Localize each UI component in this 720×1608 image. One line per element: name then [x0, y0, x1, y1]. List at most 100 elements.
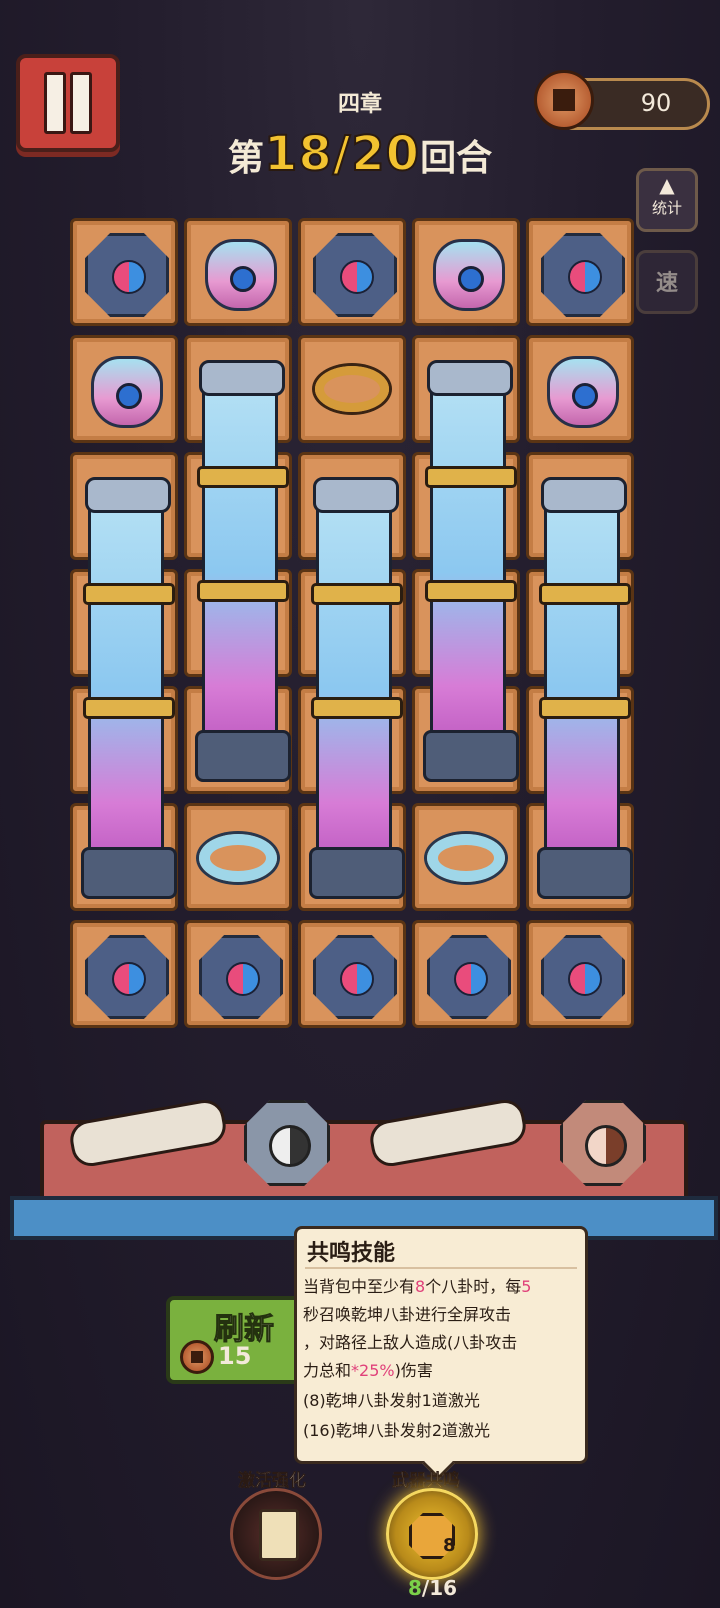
- round-total: 20: [350, 125, 421, 183]
- pillar-band: [425, 580, 517, 603]
- tooltip-text: 力总和: [303, 1361, 352, 1380]
- grid-slot[interactable]: [298, 920, 406, 1028]
- pillar-base: [195, 730, 291, 782]
- tooltip-line-2: 秒召唤乾坤八卦进行全屏攻击: [303, 1305, 512, 1324]
- tooltip-highlight: *25%: [351, 1361, 395, 1380]
- weapon-resonance-button[interactable]: 8: [386, 1488, 478, 1580]
- yin-yang-icon: [340, 260, 374, 294]
- bagua-item[interactable]: [313, 935, 397, 1019]
- grid-slot[interactable]: [70, 920, 178, 1028]
- pouch-item[interactable]: [91, 356, 163, 428]
- trophy-icon: ▲: [659, 173, 675, 197]
- yin-yang-icon: [568, 260, 602, 294]
- yin-yang-icon: [112, 260, 146, 294]
- grid-slot[interactable]: [412, 218, 520, 326]
- pillar-band: [311, 582, 403, 605]
- pillar-band: [197, 580, 289, 603]
- pillar-item[interactable]: [195, 360, 291, 782]
- grid-slot[interactable]: [298, 335, 406, 443]
- grid-slot[interactable]: [412, 920, 520, 1028]
- pouch-item[interactable]: [205, 239, 277, 311]
- stats-label: 统计: [651, 199, 682, 217]
- resonance-tooltip: 共鸣技能 当背包中至少有8个八卦时，每5 秒召唤乾坤八卦进行全屏攻击 ，对路径上…: [294, 1226, 588, 1464]
- resonance-label: 武器共鸣: [392, 1471, 461, 1492]
- coin-amount: 90: [640, 89, 672, 117]
- pillar-band: [311, 697, 403, 720]
- bagua-item[interactable]: [199, 935, 283, 1019]
- grid-slot[interactable]: [70, 335, 178, 443]
- pillar-band: [83, 582, 175, 605]
- bagua-item[interactable]: [85, 233, 169, 317]
- pillar-item[interactable]: [537, 477, 633, 899]
- grid-slot[interactable]: [298, 218, 406, 326]
- grid-slot[interactable]: [412, 803, 520, 911]
- pillar-cap: [313, 477, 399, 513]
- grid-slot[interactable]: [184, 803, 292, 911]
- jade-ring-item[interactable]: [199, 834, 277, 882]
- tooltip-divider: [305, 1267, 577, 1269]
- tooltip-line-3: ，对路径上敌人造成(八卦攻击: [303, 1333, 518, 1352]
- pillar-band: [539, 582, 631, 605]
- scroll-icon: [259, 1509, 299, 1561]
- yin-yang-icon: [585, 1125, 627, 1167]
- tooltip-line-1: 当背包中至少有8个八卦时，每5: [303, 1277, 579, 1297]
- pillar-base: [423, 730, 519, 782]
- speed-button[interactable]: 速: [636, 250, 698, 314]
- round-current: 18: [263, 125, 333, 183]
- bagua-item[interactable]: [427, 935, 511, 1019]
- grid-slot[interactable]: [526, 920, 634, 1028]
- shop-item-bagua-bronze[interactable]: [560, 1100, 646, 1186]
- pillar-base: [81, 847, 177, 899]
- pillar-base: [537, 847, 633, 899]
- tooltip-text: 个八卦时，每: [425, 1277, 522, 1296]
- pillar-cap: [85, 477, 171, 513]
- pillar-item[interactable]: [81, 477, 177, 899]
- yin-yang-icon: [226, 962, 260, 996]
- pillar-cap: [541, 477, 627, 513]
- round-counter: 第18/20回合: [0, 125, 720, 183]
- grid-slot[interactable]: [184, 920, 292, 1028]
- refresh-cost: 15: [218, 1342, 252, 1370]
- gold-ring-item[interactable]: [315, 366, 389, 412]
- bagua-item[interactable]: [85, 935, 169, 1019]
- resonance-badge: 8: [443, 1535, 456, 1556]
- grid-slot[interactable]: [526, 218, 634, 326]
- yin-yang-icon: [112, 962, 146, 996]
- tooltip-text: )伤害: [394, 1361, 433, 1380]
- progress-current: 8: [408, 1576, 422, 1600]
- round-prefix: 第: [227, 138, 264, 179]
- tooltip-text: 当背包中至少有: [303, 1277, 416, 1296]
- grid-slot[interactable]: [184, 218, 292, 326]
- grid-slot[interactable]: [70, 218, 178, 326]
- tooltip-highlight: 5: [521, 1277, 532, 1296]
- refresh-button[interactable]: 刷新 15: [166, 1296, 304, 1384]
- pillar-cap: [427, 360, 513, 396]
- yin-yang-icon: [269, 1125, 311, 1167]
- tooltip-line-5: (8)乾坤八卦发射1道激光: [303, 1391, 480, 1410]
- tooltip-line-6: (16)乾坤八卦发射2道激光: [303, 1421, 491, 1440]
- yin-yang-icon: [568, 962, 602, 996]
- pouch-item[interactable]: [433, 239, 505, 311]
- shop-shelf: [0, 1096, 720, 1240]
- bagua-item[interactable]: [541, 935, 625, 1019]
- pillar-band: [539, 697, 631, 720]
- bagua-item[interactable]: [313, 233, 397, 317]
- activate-upgrade-button[interactable]: [230, 1488, 322, 1580]
- shop-item-bagua-silver[interactable]: [244, 1100, 330, 1186]
- pillar-item[interactable]: [423, 360, 519, 782]
- coin-icon: [180, 1340, 214, 1374]
- pillar-item[interactable]: [309, 477, 405, 899]
- tooltip-line-4: 力总和*25%)伤害: [303, 1361, 579, 1381]
- bagua-item[interactable]: [541, 233, 625, 317]
- tooltip-highlight: 8: [415, 1277, 426, 1296]
- round-separator: /: [332, 125, 352, 183]
- jade-ring-item[interactable]: [427, 834, 505, 882]
- coin-icon: [534, 70, 594, 130]
- progress-total: 16: [429, 1576, 458, 1600]
- pillar-band: [197, 465, 289, 488]
- grid-slot[interactable]: [526, 335, 634, 443]
- pouch-item[interactable]: [547, 356, 619, 428]
- round-suffix: 回合: [420, 138, 493, 179]
- yin-yang-icon: [454, 962, 488, 996]
- stats-button[interactable]: ▲ 统计: [636, 168, 698, 232]
